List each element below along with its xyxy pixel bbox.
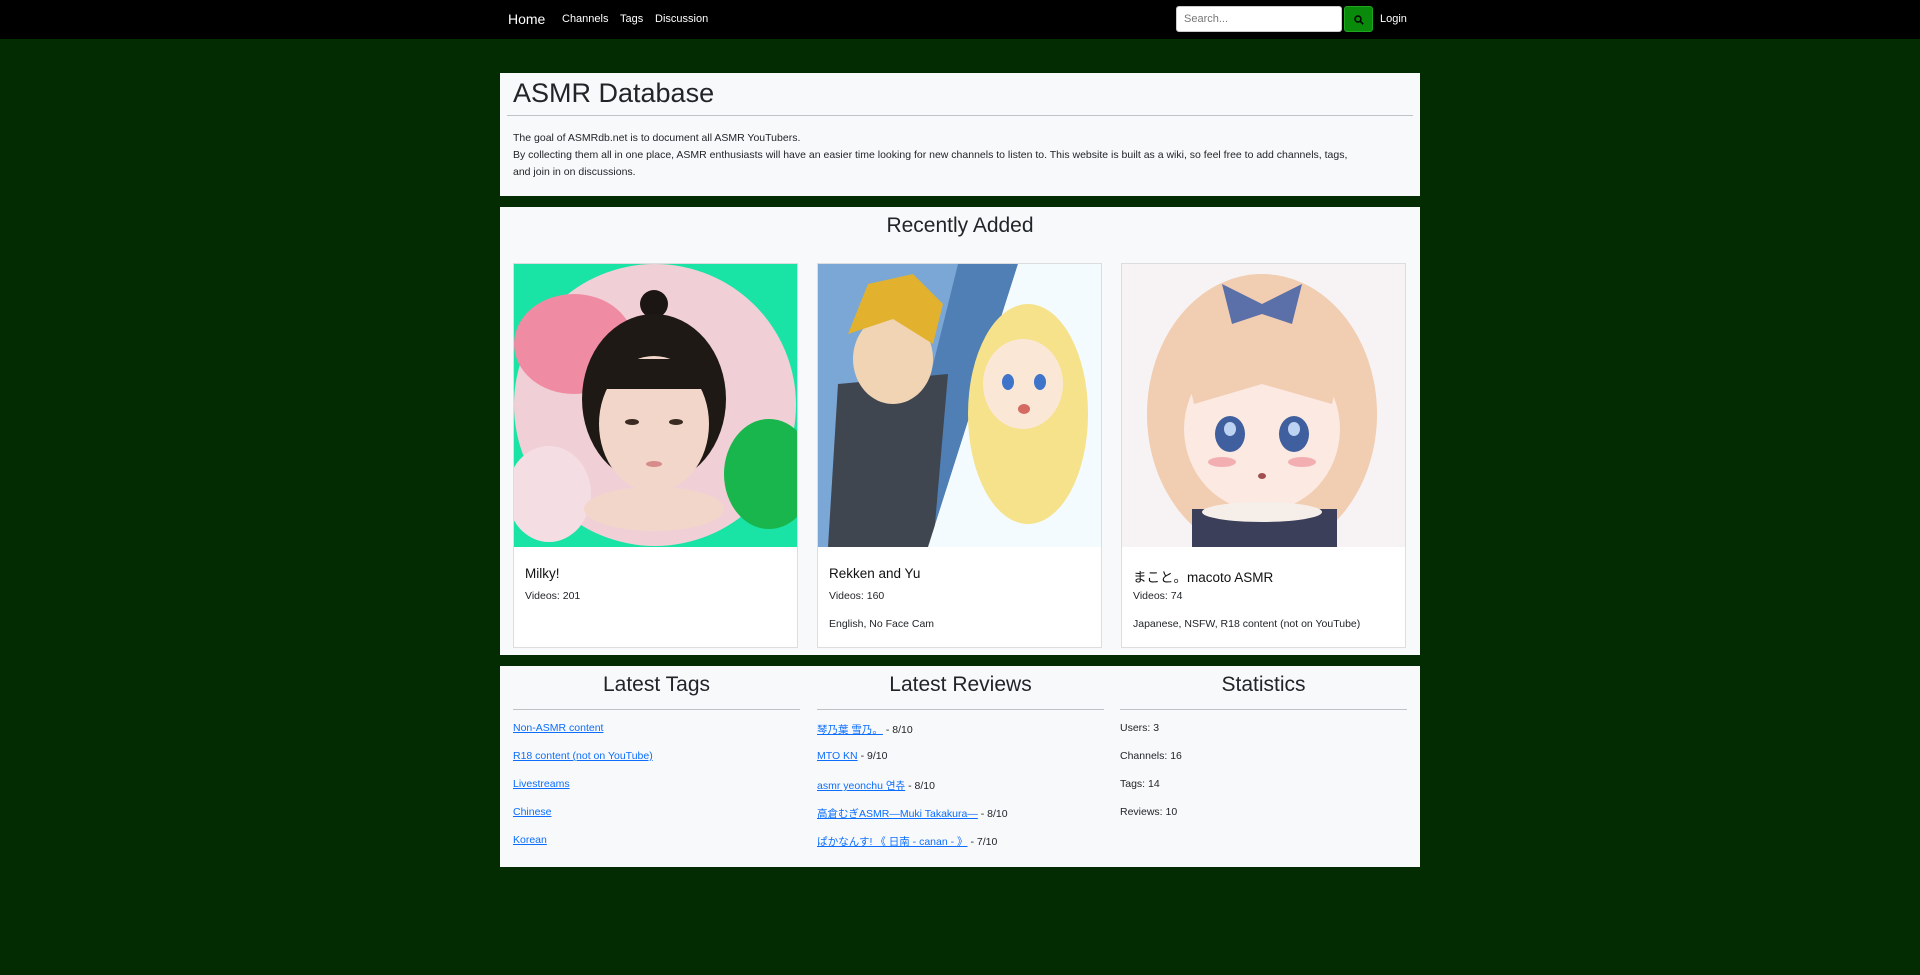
video-count: Videos: 160 (829, 590, 885, 602)
review-channel-link[interactable]: ぱかなんす! 《 日南 - canan - 》 (817, 836, 968, 848)
page-title: ASMR Database (513, 78, 715, 108)
stat-users: Users: 3 (1120, 722, 1160, 734)
intro-text-line: By collecting them all in one place, ASM… (513, 149, 1348, 161)
channel-tags: Japanese, NSFW, R18 content (not on YouT… (1133, 618, 1361, 630)
search-input[interactable] (1176, 6, 1342, 32)
channel-thumbnail[interactable] (1122, 264, 1405, 547)
nav-home[interactable]: Home (508, 11, 545, 27)
nav-discussion[interactable]: Discussion (655, 13, 708, 25)
stat-channels: Channels: 16 (1120, 750, 1182, 762)
review-channel-link[interactable]: 高倉むぎASMR―Muki Takakura― (817, 808, 978, 820)
latest-tags-title: Latest Tags (602, 673, 711, 696)
review-score: - 8/10 (977, 808, 1008, 820)
channel-thumbnail[interactable] (818, 264, 1101, 547)
review-score: - 9/10 (857, 750, 888, 762)
review-item: 琴乃葉 雪乃。 - 8/10 (817, 722, 913, 737)
intro-panel: ASMR Database The goal of ASMRdb.net is … (500, 73, 1420, 196)
tag-link: Non-ASMR content (513, 722, 604, 734)
channel-card[interactable]: Milky! Videos: 201 (513, 263, 798, 648)
review-item: MTO KN - 9/10 (817, 750, 887, 762)
divider (1120, 709, 1407, 710)
latest-reviews-title: Latest Reviews (889, 673, 1032, 696)
tag-link: Korean (513, 834, 547, 846)
review-item: asmr yeonchu 연츄 - 8/10 (817, 778, 935, 793)
channel-tags: English, No Face Cam (829, 618, 935, 630)
divider (513, 709, 800, 710)
channel-name[interactable]: Rekken and Yu (829, 566, 920, 581)
search-button[interactable] (1344, 6, 1373, 32)
video-count: Videos: 201 (525, 590, 581, 602)
tag-link: Livestreams (513, 778, 570, 790)
channel-thumbnail[interactable] (514, 264, 797, 547)
stat-reviews: Reviews: 10 (1120, 806, 1178, 818)
tag-link: Chinese (513, 806, 552, 818)
tag-link: R18 content (not on YouTube) (513, 750, 653, 762)
intro-text-line: and join in on discussions. (513, 166, 636, 178)
review-score: - 8/10 (905, 780, 935, 792)
recently-added-panel: Recently Added Milky! Videos: 201 Rekken… (500, 207, 1420, 655)
divider (817, 709, 1104, 710)
nav-channels[interactable]: Channels (562, 13, 608, 25)
login-link[interactable]: Login (1380, 13, 1407, 25)
review-item: 高倉むぎASMR―Muki Takakura― - 8/10 (817, 806, 1008, 821)
section-title: Recently Added (886, 214, 1034, 237)
stat-tags: Tags: 14 (1120, 778, 1160, 790)
channel-card[interactable]: まこと。macoto ASMR Videos: 74 Japanese, NSF… (1121, 263, 1406, 648)
channel-name[interactable]: まこと。macoto ASMR (1133, 566, 1273, 586)
intro-text-line: The goal of ASMRdb.net is to document al… (513, 132, 801, 144)
channel-card[interactable]: Rekken and Yu Videos: 160 English, No Fa… (817, 263, 1102, 648)
statistics-title: Statistics (1221, 673, 1306, 696)
video-count: Videos: 74 (1133, 590, 1183, 602)
channel-name[interactable]: Milky! (525, 566, 560, 581)
review-channel-link[interactable]: 琴乃葉 雪乃。 (817, 724, 883, 736)
review-score: - 7/10 (967, 836, 998, 848)
review-score: - 8/10 (882, 724, 913, 736)
divider (507, 115, 1413, 116)
review-channel-link[interactable]: MTO KN (817, 750, 858, 762)
navbar: Home Channels Tags Discussion Login (0, 0, 1920, 39)
search-icon (1354, 15, 1364, 25)
nav-tags[interactable]: Tags (620, 13, 643, 25)
review-item: ぱかなんす! 《 日南 - canan - 》 - 7/10 (817, 834, 997, 849)
review-channel-link[interactable]: asmr yeonchu 연츄 (817, 780, 905, 792)
bottom-panel: Latest Tags Non-ASMR content R18 content… (500, 666, 1420, 867)
